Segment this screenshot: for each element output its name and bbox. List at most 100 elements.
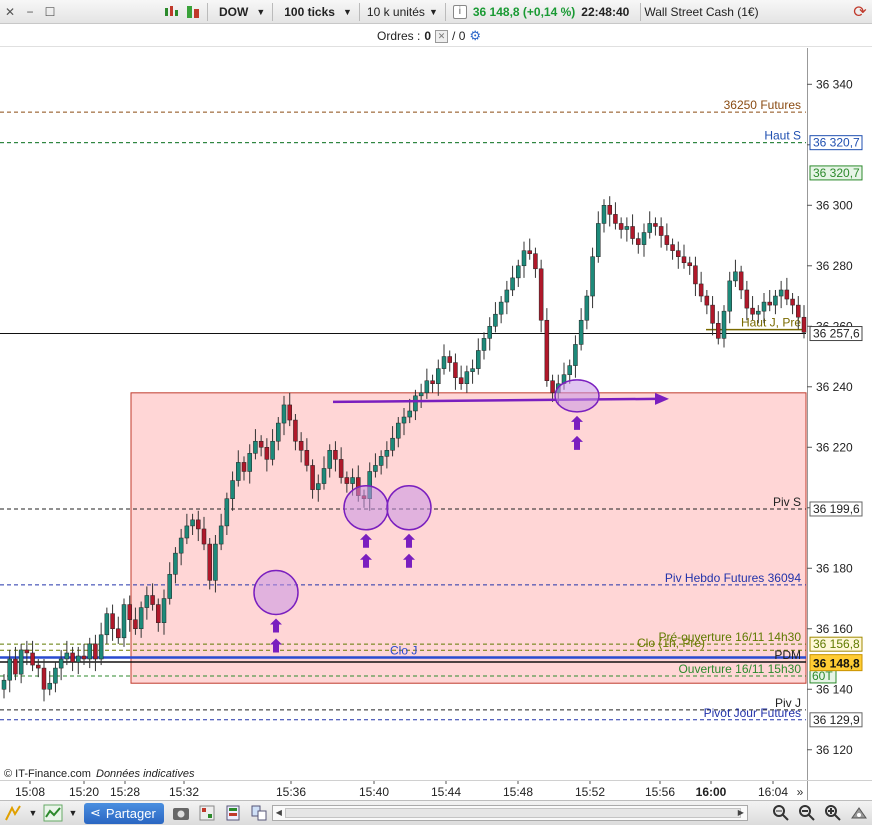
candle-body [350,477,355,484]
time-scrollbar[interactable]: ◀ ▶ [271,804,748,821]
share-icon: ⋖ [90,805,101,820]
zoom-in-icon[interactable] [820,802,846,824]
candle-body [544,319,550,381]
candle-body [413,395,418,412]
candle-body [1,679,7,690]
candle-body [436,368,441,385]
price-tick-label: 36 280 [816,259,853,273]
candle-body [527,250,532,254]
candle-body [727,280,732,312]
time-axis[interactable]: 15:08 15:20 15:28 15:32 15:36 15:40 15:44 15:48… [0,780,872,801]
level-label: Clo (1h, Pré) [637,636,705,650]
candle-body [258,440,264,448]
candle-body [476,350,481,369]
candle-body [13,658,18,675]
maximize-window-icon[interactable]: ☐ [40,2,60,22]
candle-body [453,362,458,378]
candle-body [127,604,132,620]
candle-body [641,232,647,245]
indicators-icon[interactable] [182,2,204,22]
candle-body [253,440,258,454]
close-window-icon[interactable]: ✕ [0,2,20,22]
candle-body [110,613,115,630]
source-credit: © IT-Finance.com [4,768,91,780]
chart-type-icon[interactable] [40,802,66,824]
time-tick-label: 15:48 [503,785,533,799]
cancel-orders-icon[interactable]: ✕ [435,29,449,43]
units-label: 10 k unités [366,4,425,19]
candle-body [624,226,630,230]
level-label: Clo J [390,643,417,657]
level-price-text: 36 199,6 [813,502,860,516]
candle-body [670,244,675,251]
candle-body [384,450,390,457]
candle-body [93,643,98,660]
layout-icon[interactable] [194,802,220,824]
candle-body [230,480,235,499]
scroll-right-icon[interactable]: ▶ [735,806,747,820]
settings-icon[interactable] [846,802,872,824]
price-chart[interactable]: 36250 Futures Haut S Haut J, Pré Piv S Piv H… [0,48,872,780]
symbol-label: DOW [219,4,249,19]
candle-body [121,604,127,639]
chevron-down-icon: ▼ [342,6,352,17]
instrument-list-icon[interactable] [160,2,182,22]
candle-body [133,619,138,630]
candle-body [241,462,247,472]
candle-body [310,465,315,490]
candle-body [538,268,544,321]
candle-body [247,453,252,472]
scroll-left-icon[interactable]: ◀ [273,806,285,820]
scroll-thumb[interactable] [284,807,741,818]
candle-body [441,356,447,369]
scroll-forward-icon: » [797,785,804,799]
candle-body [521,250,527,267]
gear-icon[interactable]: ⚙ [469,28,481,44]
time-tick-label: 15:44 [431,785,461,799]
compare-icon[interactable] [246,802,272,824]
candle-body [533,253,538,270]
candle-body [201,528,207,545]
share-button[interactable]: ⋖ Partager [84,802,164,824]
info-icon[interactable]: i [452,4,467,19]
price-tick-label: 36 220 [816,440,853,454]
period-selector[interactable]: 100 ticks ▼ [276,5,356,19]
level-label: Ouverture 16/11 15h30 [678,662,801,676]
chevron-down-icon[interactable]: ▼ [26,802,40,824]
candle-body [58,658,64,669]
minimize-window-icon[interactable]: − [20,2,40,22]
refresh-icon[interactable]: ⟳ [848,2,872,22]
candle-body [167,574,172,599]
chevron-down-icon[interactable]: ▼ [66,802,80,824]
candle-body [396,422,401,439]
price-tick-label: 36 140 [816,682,853,696]
candle-body [458,377,464,385]
drawing-tools-icon[interactable] [0,802,26,824]
windows-icon[interactable] [220,802,246,824]
chart-canvas[interactable]: 36250 Futures Haut S Haut J, Pré Piv S Piv H… [0,48,872,780]
order-bar: Ordres : 0 ✕ / 0 ⚙ [0,25,872,47]
candle-body [64,652,70,660]
units-selector[interactable]: 10 k unités ▼ [363,5,442,19]
symbol-selector[interactable]: DOW ▼ [211,5,269,19]
candle-body [316,483,321,490]
screenshot-icon[interactable] [168,802,194,824]
candle-body [567,365,572,375]
candle-body [573,344,578,366]
zoom-out-icon[interactable] [794,802,820,824]
candle-body [681,256,687,264]
last-price: 36 148,8 (+0,14 %) [472,4,576,19]
candle-body [7,658,12,681]
candle-body [298,440,304,451]
level-label: PDM [774,648,801,662]
price-tick-label: 36 180 [816,561,853,575]
zoom-fit-icon[interactable] [768,802,794,824]
bottom-bar: ▼ ▼ ⋖ Partager ◀ ▶ [0,800,872,825]
candle-body [721,310,727,339]
price-tick-label: 36 160 [816,622,853,636]
candle-body [744,289,750,309]
signal-circle [343,485,389,531]
time-tick-label: 15:56 [645,785,675,799]
candle-body [596,223,601,257]
candle-body [47,682,52,690]
